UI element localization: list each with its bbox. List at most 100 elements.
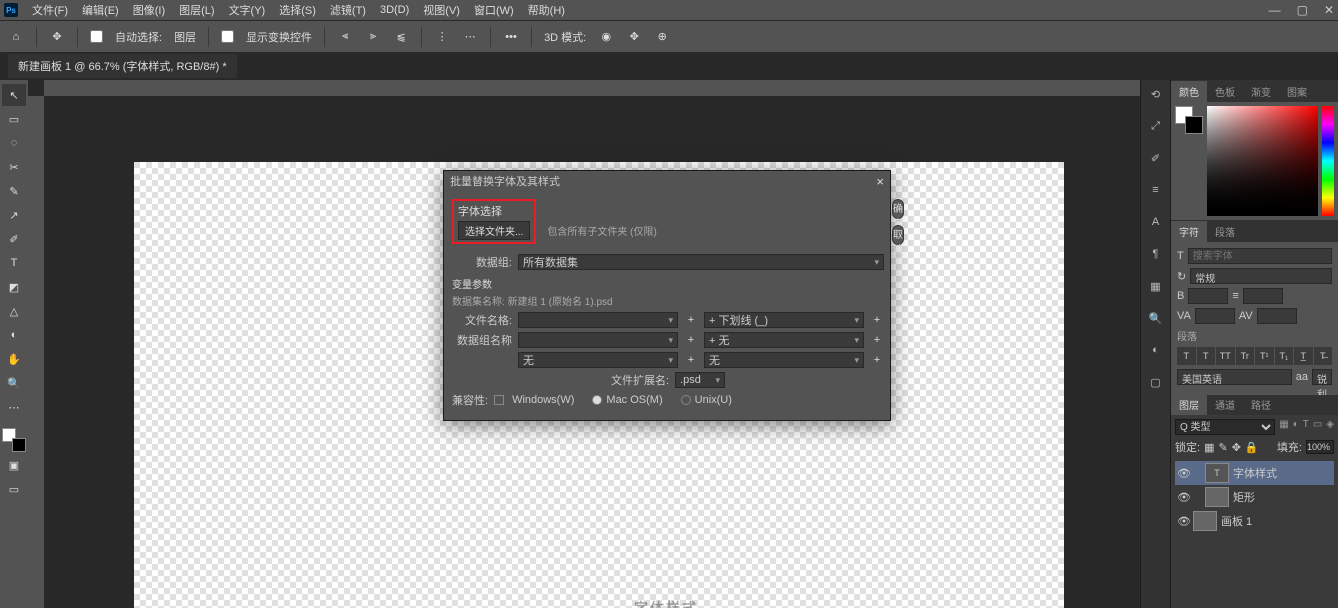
layer-thumb-type[interactable]: T: [1205, 463, 1229, 483]
minimize-icon[interactable]: —: [1269, 3, 1281, 17]
layer-thumb[interactable]: [1205, 487, 1229, 507]
move-tool[interactable]: ↖: [2, 84, 26, 106]
tab-swatches[interactable]: 色板: [1207, 81, 1243, 102]
menu-select[interactable]: 选择(S): [279, 2, 316, 18]
faux-italic[interactable]: T: [1197, 347, 1216, 365]
3d-pan-icon[interactable]: ✥: [626, 29, 642, 45]
filter-smart-icon[interactable]: ◈: [1326, 419, 1334, 435]
color-picker[interactable]: [1171, 102, 1338, 220]
strikethrough[interactable]: T̶: [1314, 347, 1333, 365]
filter-type-icon[interactable]: T: [1303, 419, 1309, 435]
lasso-tool[interactable]: ◌: [2, 132, 26, 154]
tab-gradients[interactable]: 渐变: [1243, 81, 1279, 102]
close-icon[interactable]: ✕: [1324, 3, 1334, 17]
document-tab[interactable]: 新建画板 1 @ 66.7% (字体样式, RGB/8#) *: [8, 54, 237, 78]
autoselect-layer[interactable]: 图层: [174, 29, 196, 45]
font-style[interactable]: 常规: [1190, 268, 1332, 284]
menu-type[interactable]: 文字(Y): [229, 2, 266, 18]
layer-filter[interactable]: Q 类型: [1175, 419, 1275, 435]
lock-trans-icon[interactable]: ▦: [1204, 441, 1214, 454]
pen-tool[interactable]: △: [2, 300, 26, 322]
tab-paragraph[interactable]: 段落: [1207, 221, 1243, 242]
fill-value[interactable]: [1306, 440, 1334, 454]
filename-part2-select[interactable]: [518, 332, 678, 348]
refresh-icon[interactable]: ↻: [1177, 270, 1186, 283]
layer-name[interactable]: 字体样式: [1233, 465, 1277, 481]
tab-paths[interactable]: 路径: [1243, 394, 1279, 415]
layer-thumb-artboard[interactable]: [1193, 511, 1217, 531]
align-left-icon[interactable]: ⫷: [337, 29, 353, 45]
align-center-icon[interactable]: ⫸: [365, 29, 381, 45]
background-color[interactable]: [12, 438, 26, 452]
eyedropper-tool[interactable]: ✎: [2, 180, 26, 202]
type-tool[interactable]: T: [2, 252, 26, 274]
compat-windows[interactable]: Windows(W): [494, 394, 574, 406]
layer-row[interactable]: 👁 T 字体样式: [1175, 461, 1334, 485]
allcaps[interactable]: TT: [1216, 347, 1235, 365]
faux-bold[interactable]: T: [1177, 347, 1196, 365]
aa-select[interactable]: 锐利: [1312, 369, 1332, 385]
libraries-icon[interactable]: ▢: [1146, 372, 1166, 392]
bold-icon[interactable]: B: [1177, 290, 1184, 302]
edit-toolbar-icon[interactable]: ⋯: [2, 396, 26, 418]
smallcaps[interactable]: Tr: [1236, 347, 1255, 365]
superscript[interactable]: T¹: [1255, 347, 1274, 365]
filter-adjust-icon[interactable]: ◐: [1293, 419, 1299, 435]
lock-pos-icon[interactable]: ✥: [1232, 441, 1241, 454]
3d-orbit-icon[interactable]: ◉: [598, 29, 614, 45]
dataset-select[interactable]: 所有数据集: [518, 254, 884, 270]
menu-filter[interactable]: 滤镜(T): [330, 2, 366, 18]
menu-help[interactable]: 帮助(H): [528, 2, 565, 18]
leading[interactable]: [1243, 288, 1283, 304]
crop-tool[interactable]: ✂: [2, 156, 26, 178]
kerning[interactable]: [1195, 308, 1235, 324]
menu-layer[interactable]: 图层(L): [179, 2, 214, 18]
move-tool-icon[interactable]: ✥: [49, 29, 65, 45]
dialog-titlebar[interactable]: 批量替换字体及其样式 ×: [444, 171, 890, 191]
navigator-icon[interactable]: 🔍: [1146, 308, 1166, 328]
swatches-icon[interactable]: ▦: [1146, 276, 1166, 296]
layer-row[interactable]: 👁 矩形: [1175, 485, 1334, 509]
frame-tool[interactable]: ↗: [2, 204, 26, 226]
hand-tool[interactable]: ✋: [2, 348, 26, 370]
dialog-close-icon[interactable]: ×: [876, 174, 884, 189]
shape-tool[interactable]: ◐: [2, 324, 26, 346]
ruler-vertical[interactable]: [28, 96, 44, 608]
history-icon[interactable]: ⟲: [1146, 84, 1166, 104]
filename-part1-select[interactable]: [518, 312, 678, 328]
3d-zoom-icon[interactable]: ⊕: [654, 29, 670, 45]
lock-all-icon[interactable]: 🔒: [1245, 441, 1259, 454]
lock-paint-icon[interactable]: ✎: [1218, 441, 1227, 454]
actions-icon[interactable]: ⤢: [1146, 116, 1166, 136]
menu-edit[interactable]: 编辑(E): [82, 2, 119, 18]
layer-name[interactable]: 矩形: [1233, 489, 1255, 505]
distribute-icon[interactable]: ⋮: [434, 29, 450, 45]
language-select[interactable]: 美国英语: [1177, 369, 1292, 385]
tab-character[interactable]: 字符: [1171, 221, 1207, 242]
underline[interactable]: T̲: [1294, 347, 1313, 365]
visibility-icon[interactable]: 👁: [1177, 515, 1189, 528]
cancel-button[interactable]: 取消: [892, 225, 904, 245]
ruler-horizontal[interactable]: [44, 80, 1140, 96]
character-icon[interactable]: A: [1146, 212, 1166, 232]
tab-color[interactable]: 颜色: [1171, 81, 1207, 102]
zoom-tool[interactable]: 🔍: [2, 372, 26, 394]
compat-mac[interactable]: Mac OS(M): [592, 394, 662, 406]
filename-sep2-select[interactable]: + 无: [704, 332, 864, 348]
layer-name[interactable]: 画板 1: [1221, 513, 1252, 529]
color-field[interactable]: [1207, 106, 1318, 216]
compat-unix[interactable]: Unix(U): [681, 394, 732, 406]
paragraph-icon[interactable]: ¶: [1146, 244, 1166, 264]
paragraphs-icon[interactable]: ≡: [1146, 180, 1166, 200]
layer-row[interactable]: 👁 画板 1: [1175, 509, 1334, 533]
showtransform-check[interactable]: [221, 30, 234, 43]
marquee-tool[interactable]: ▭: [2, 108, 26, 130]
filename-part3-select[interactable]: 无: [518, 352, 678, 368]
brush-tool[interactable]: ✐: [2, 228, 26, 250]
filter-shape-icon[interactable]: ▭: [1313, 419, 1322, 435]
menu-3d[interactable]: 3D(D): [380, 4, 409, 16]
filter-pixel-icon[interactable]: ▦: [1279, 419, 1288, 435]
menu-image[interactable]: 图像(I): [133, 2, 165, 18]
choose-folder-button[interactable]: 选择文件夹...: [458, 221, 530, 240]
font-search[interactable]: [1188, 248, 1332, 264]
